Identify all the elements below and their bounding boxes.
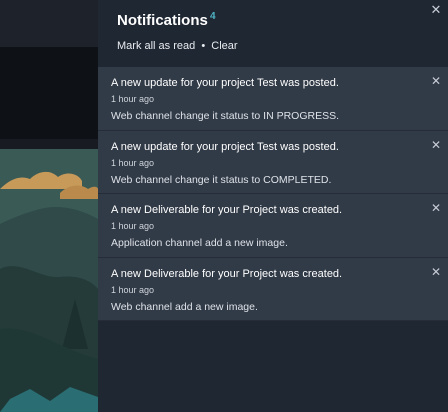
background-topbar — [0, 0, 98, 47]
separator-dot: • — [201, 40, 206, 52]
header-actions: Mark all as read • Clear — [117, 40, 238, 52]
notification-item[interactable]: A new update for your project Test was p… — [98, 67, 448, 131]
notification-body: Web channel change it status to IN PROGR… — [111, 110, 340, 122]
notification-time: 1 hour ago — [111, 94, 155, 104]
close-icon[interactable]: ✕ — [429, 74, 443, 88]
clear-link[interactable]: Clear — [211, 40, 237, 52]
notification-headline: A new update for your project Test was p… — [111, 77, 339, 89]
close-icon[interactable]: ✕ — [429, 265, 443, 279]
background-app — [0, 0, 98, 412]
close-icon[interactable]: ✕ — [429, 201, 443, 215]
notifications-header: Notifications 4 Mark all as read • Clear… — [98, 0, 448, 67]
notifications-panel: Notifications 4 Mark all as read • Clear… — [98, 0, 448, 412]
notification-body: Web channel add a new image. — [111, 300, 258, 313]
mark-all-read-link[interactable]: Mark all as read — [117, 40, 195, 52]
notification-item[interactable]: A new Deliverable for your Project was c… — [98, 194, 448, 258]
close-panel-icon[interactable]: ✕ — [429, 3, 443, 17]
close-icon[interactable]: ✕ — [429, 138, 443, 152]
notification-item[interactable]: A new Deliverable for your Project was c… — [98, 257, 448, 321]
notification-body: Application channel add a new image. — [111, 237, 288, 249]
background-divider — [0, 139, 98, 149]
notification-time: 1 hour ago — [111, 157, 155, 168]
notification-item[interactable]: A new update for your project Test was p… — [98, 130, 448, 194]
notifications-list: A new update for your project Test was p… — [98, 67, 448, 321]
notification-headline: A new Deliverable for your Project was c… — [111, 267, 343, 280]
background-illustration — [0, 149, 98, 412]
notification-headline: A new update for your project Test was p… — [111, 140, 339, 153]
notifications-title: Notifications — [117, 12, 208, 29]
background-dark-area — [0, 47, 98, 139]
notification-time: 1 hour ago — [111, 221, 155, 231]
notification-headline: A new Deliverable for your Project was c… — [111, 204, 343, 216]
notification-time: 1 hour ago — [111, 284, 155, 295]
notifications-count-badge: 4 — [210, 11, 216, 22]
notification-body: Web channel change it status to COMPLETE… — [111, 173, 332, 186]
